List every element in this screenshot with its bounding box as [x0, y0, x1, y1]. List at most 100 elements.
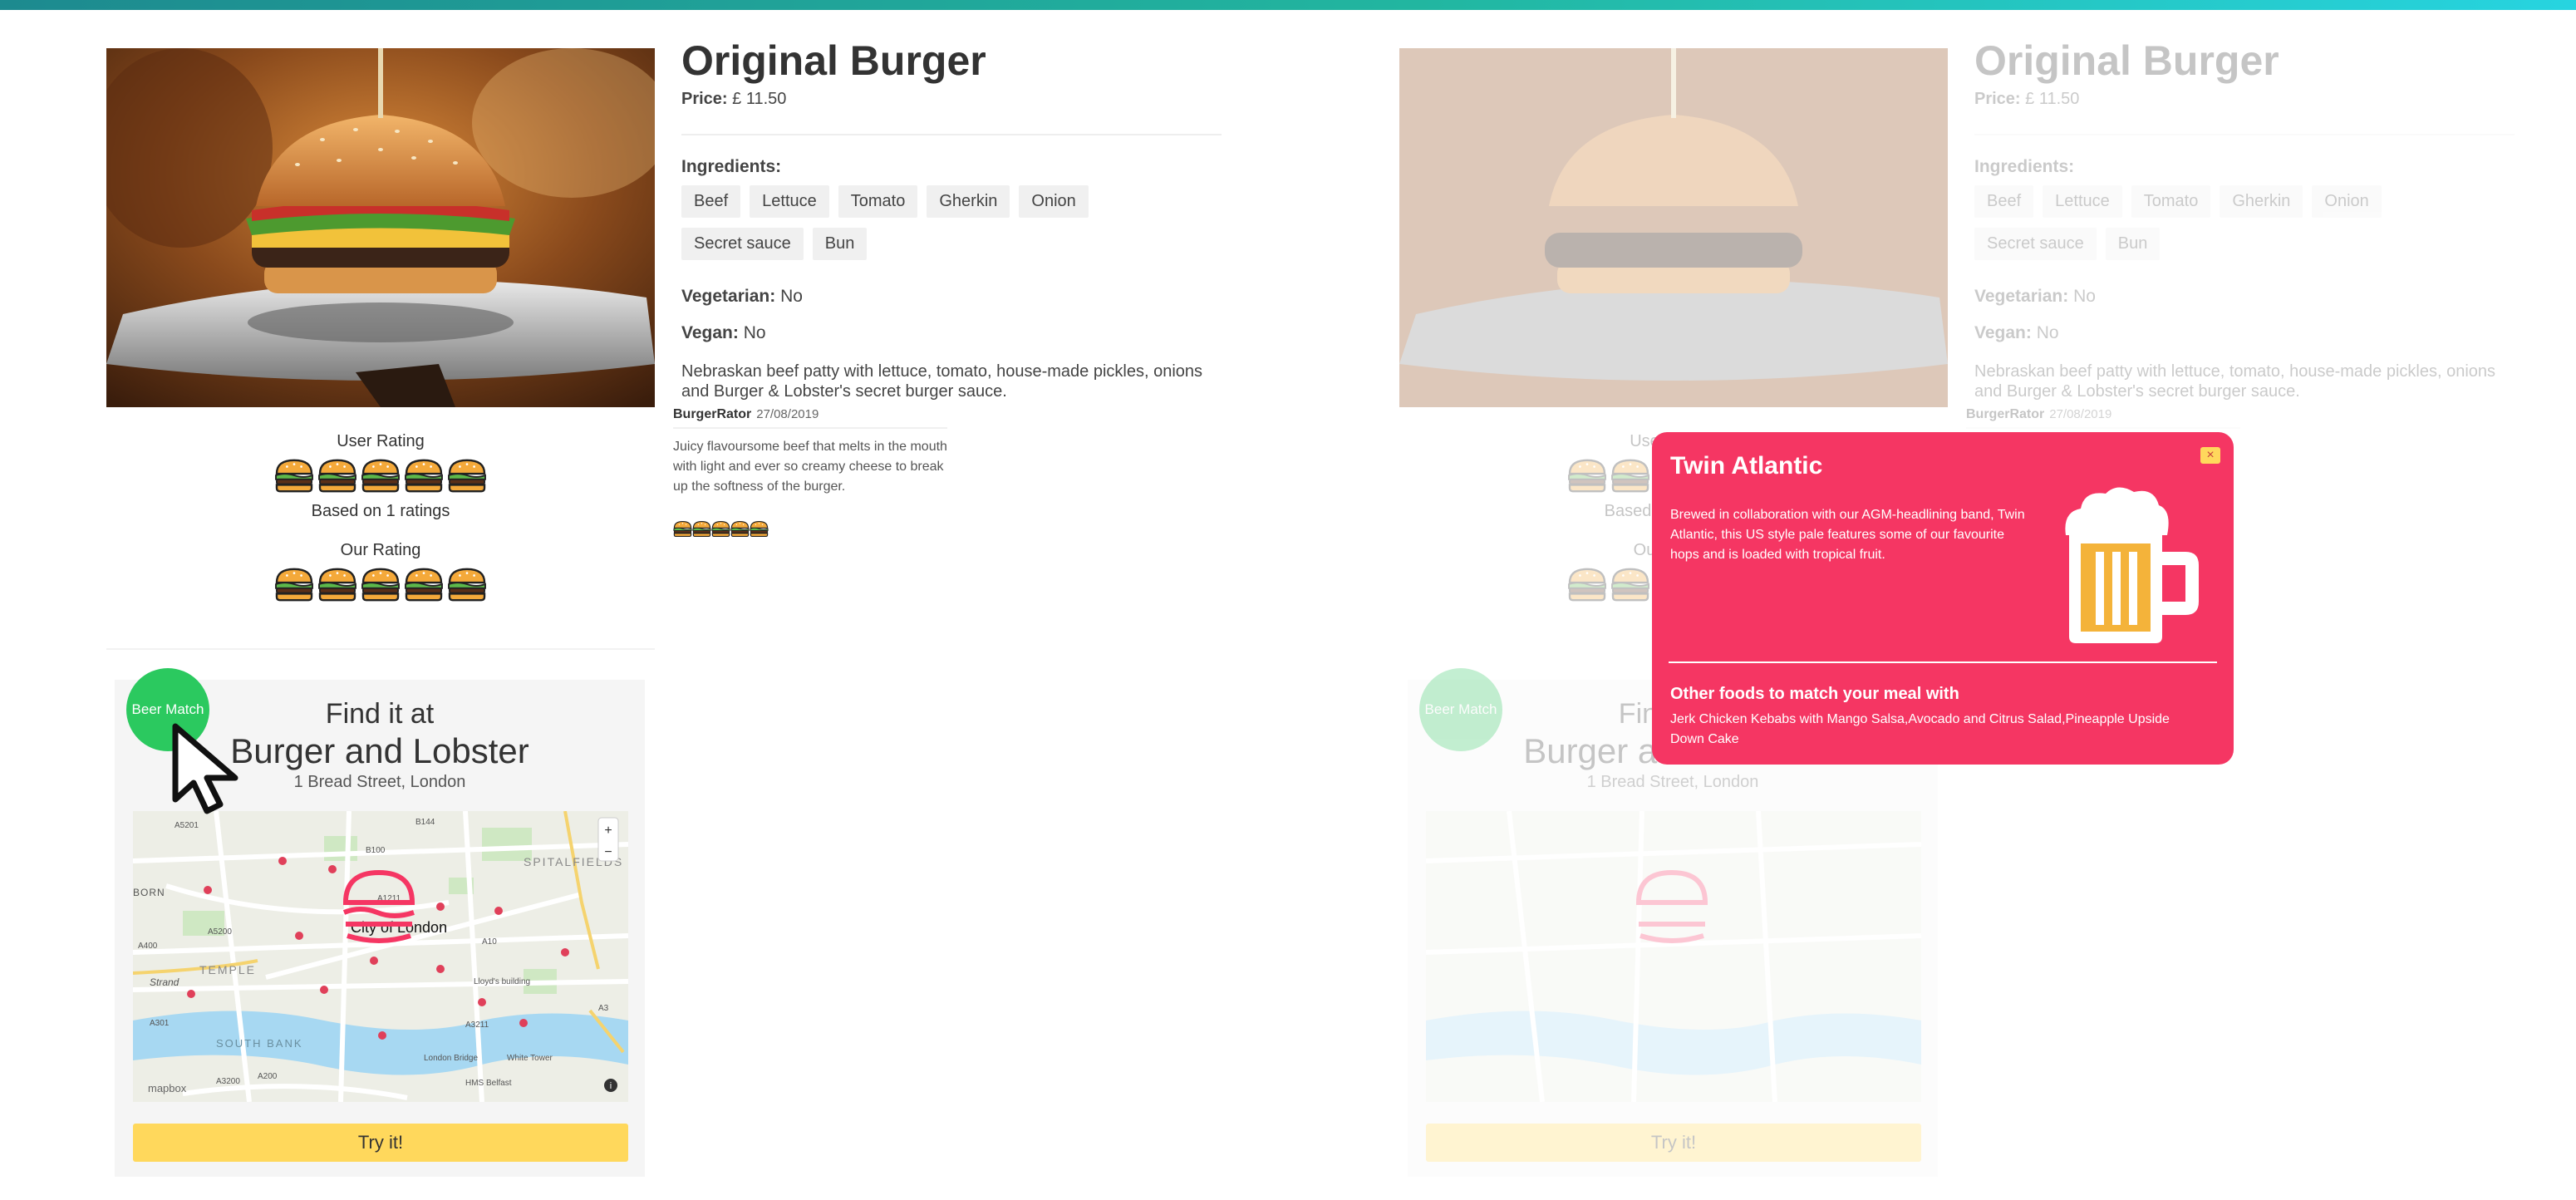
user-rating — [106, 458, 655, 494]
ratings: User Rating Based on 1 ratings Our Ratin… — [106, 429, 655, 602]
ingredients-label: Ingredients: — [1974, 157, 2075, 176]
ingredient-tags: Beef Lettuce Tomato Gherkin Onion Secret… — [681, 185, 1180, 270]
user-rating-label: User Rating — [337, 432, 425, 450]
review-header: BurgerRator 27/08/2019 — [1966, 407, 2240, 429]
product-title: Original Burger — [1974, 37, 2279, 84]
vegetarian-field: Vegetarian: No — [681, 287, 803, 306]
svg-text:i: i — [610, 1081, 612, 1091]
map-road-label: A5201 — [175, 821, 199, 830]
burger-photo — [106, 48, 655, 407]
our-rating-label: Our Rating — [340, 541, 421, 559]
map-poi-label: HMS Belfast — [465, 1079, 512, 1088]
map-road-label: A301 — [150, 1019, 170, 1028]
divider — [106, 648, 655, 650]
our-rating — [106, 567, 655, 602]
ingredient-tag: Gherkin — [927, 185, 1010, 218]
burger-icon — [361, 459, 400, 493]
map-area-label: TEMPLE — [199, 963, 256, 976]
product-description: Nebraskan beef patty with lettuce, tomat… — [1974, 362, 2496, 401]
map-street-label: Strand — [150, 976, 179, 988]
vegan-field: Vegan: No — [681, 323, 766, 342]
mouse-cursor-icon — [172, 723, 238, 814]
burger-icon — [405, 459, 443, 493]
burger-icon — [448, 459, 486, 493]
product-price: Price: £ 11.50 — [681, 90, 787, 108]
burger-icon — [361, 568, 400, 602]
ingredient-tag: Bun — [2105, 228, 2161, 260]
vegan-field: Vegan: No — [1974, 323, 2059, 342]
map-poi-label: Lloyd's building — [474, 977, 530, 986]
ingredient-tag: Secret sauce — [681, 228, 804, 260]
beer-match-button: Beer Match — [1419, 668, 1502, 751]
map-road-label: A5200 — [208, 927, 232, 937]
divider — [681, 134, 1222, 135]
ingredient-tag: Beef — [681, 185, 741, 218]
try-it-button[interactable]: Try it! — [133, 1124, 628, 1162]
review-header: BurgerRator 27/08/2019 — [673, 407, 947, 429]
ingredient-tag: Secret sauce — [1974, 228, 2097, 260]
burger-photo — [1399, 48, 1948, 407]
zoom-in-button[interactable]: + — [604, 824, 612, 838]
ingredient-tag: Tomato — [2131, 185, 2211, 218]
map-poi-label: London Bridge — [424, 1054, 478, 1063]
popup-divider — [1669, 661, 2217, 663]
venue-address: 1 Bread Street, London — [1586, 773, 1759, 791]
other-foods-list: Jerk Chicken Kebabs with Mango Salsa,Avo… — [1670, 712, 2170, 746]
map-info-icon[interactable]: i — [604, 1079, 617, 1092]
zoom-out-button[interactable]: − — [604, 845, 612, 859]
burger-icon — [1611, 459, 1649, 493]
product-price: Price: £ 11.50 — [1974, 90, 2080, 108]
review: BurgerRator 27/08/2019 Juicy flavoursome … — [673, 407, 947, 538]
map-road-label: A3200 — [216, 1077, 240, 1086]
ratings-count: Based on 1 ratings — [311, 502, 450, 520]
vegetarian-field: Vegetarian: No — [1974, 287, 2096, 306]
burger-icon — [1568, 568, 1606, 602]
beer-description: Brewed in collaboration with our AGM-hea… — [1670, 508, 2025, 562]
ingredient-tag: Tomato — [838, 185, 918, 218]
burger-icon — [673, 520, 692, 538]
map-area-label: SOUTH BANK — [216, 1037, 303, 1050]
burger-icon — [275, 568, 313, 602]
beer-match-popup: Twin Atlantic Brewed in collaboration wi… — [1652, 432, 2234, 765]
burger-icon — [750, 520, 769, 538]
product-panel: Original Burger Price: £ 11.50 Ingredien… — [0, 0, 1288, 1200]
ingredient-tag: Beef — [1974, 185, 2034, 218]
map-road-label: A3211 — [465, 1020, 489, 1030]
beer-name: Twin Atlantic — [1670, 452, 1823, 480]
map-road-label: A200 — [258, 1072, 278, 1081]
try-it-button: Try it! — [1426, 1124, 1921, 1162]
burger-icon — [318, 459, 356, 493]
ingredient-tag: Gherkin — [2220, 185, 2303, 218]
burger-icon — [1568, 459, 1606, 493]
location-map[interactable]: A5201 B144 B100 A1211 A400 A5200 A10 A32… — [133, 811, 628, 1102]
divider — [1974, 134, 2515, 135]
product-details: Original Burger Price: £ 11.50 Ingredien… — [681, 33, 1230, 401]
map-poi-label: White Tower — [507, 1054, 553, 1063]
map-road-label: B144 — [415, 818, 435, 827]
review-text: Juicy flavoursome beef that melts in the… — [673, 440, 947, 494]
map-road-label: A10 — [482, 937, 497, 947]
burger-icon — [1611, 568, 1649, 602]
beer-mug-icon — [2065, 487, 2199, 643]
ingredients-label: Ingredients: — [681, 157, 782, 176]
ingredient-tag: Lettuce — [2043, 185, 2122, 218]
burger-icon — [448, 568, 486, 602]
burger-icon — [405, 568, 443, 602]
ingredient-tag: Onion — [2312, 185, 2382, 218]
burger-icon — [730, 520, 750, 538]
map-road-label: A3 — [598, 1004, 609, 1013]
burger-icon — [318, 568, 356, 602]
other-foods-label: Other foods to match your meal with — [1670, 685, 1959, 703]
burger-icon — [275, 459, 313, 493]
product-description: Nebraskan beef patty with lettuce, tomat… — [681, 362, 1203, 401]
zoom-controls: + − — [597, 817, 619, 862]
mapbox-logo: mapbox — [148, 1082, 187, 1094]
map-road-label: B100 — [366, 846, 386, 855]
burger-icon — [711, 520, 730, 538]
review: BurgerRator 27/08/2019 — [1966, 407, 2240, 429]
map-area-label: BORN — [133, 887, 165, 898]
ingredient-tag: Lettuce — [750, 185, 829, 218]
product-title: Original Burger — [681, 37, 986, 84]
product-details: Original Burger Price: £ 11.50 Ingredien… — [1974, 33, 2523, 401]
close-button[interactable]: × — [2200, 447, 2220, 464]
